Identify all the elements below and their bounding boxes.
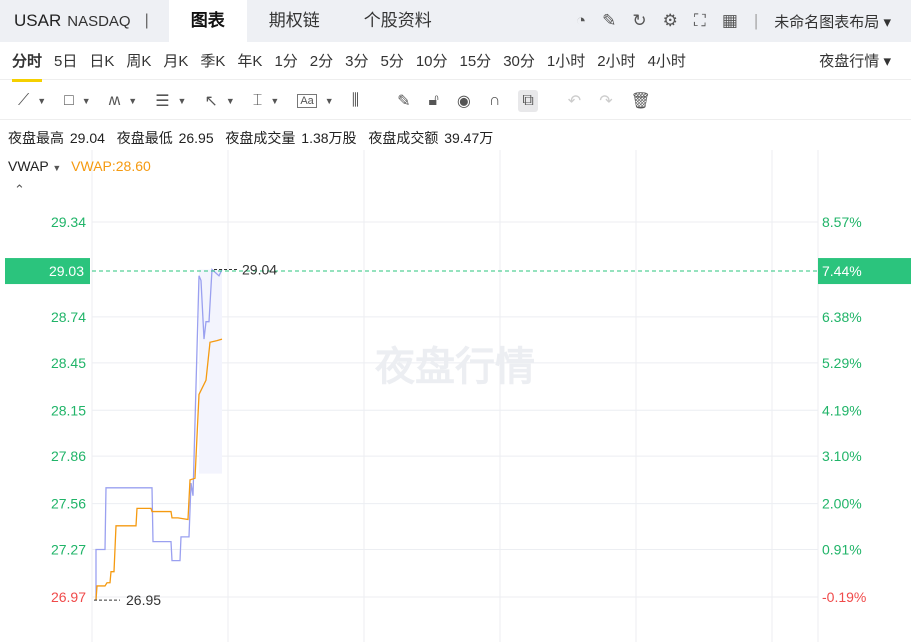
fullscreen-icon[interactable]: ⛶ — [694, 11, 706, 31]
period-1[interactable]: 5日 — [54, 44, 77, 77]
period-6[interactable]: 年K — [237, 44, 262, 77]
line-tool-icon[interactable]: ⟋ — [18, 92, 29, 110]
period-8[interactable]: 2分 — [310, 44, 333, 77]
period-16[interactable]: 4小时 — [648, 44, 686, 77]
collapse-icon[interactable]: ⌃ — [14, 182, 25, 198]
rectangle-tool-icon[interactable]: □ — [64, 92, 74, 110]
y-tick-label: 27.56 — [51, 496, 86, 512]
current-price-label: 29.03 — [49, 263, 84, 279]
chevron-down-icon[interactable]: ▼ — [226, 96, 235, 106]
chevron-down-icon[interactable]: ▼ — [52, 163, 61, 173]
period-bar: 分时 5日 日K 周K 月K 季K 年K 1分 2分 3分 5分 10分 15分 30分 1小时 2小时 4小时… — [0, 42, 911, 82]
candle-tool-icon[interactable]: ⫼ — [352, 92, 359, 110]
y-tick-label: 28.45 — [51, 355, 86, 371]
layout-dropdown[interactable]: 未命名图表布局 ▾ — [774, 11, 891, 32]
period-4[interactable]: 月K — [163, 44, 188, 77]
text-tool-icon[interactable]: Aa — [297, 93, 317, 108]
period-15[interactable]: 2小时 — [597, 44, 635, 77]
pct-tick-label: 5.29% — [822, 355, 862, 371]
gauge-icon[interactable]: ◔ — [576, 11, 586, 31]
y-tick-label: 28.15 — [51, 402, 86, 418]
link-icon[interactable]: ⧉ — [518, 89, 538, 112]
tab-profile[interactable]: 个股资料 — [342, 0, 454, 42]
chevron-down-icon[interactable]: ▼ — [128, 96, 137, 106]
trash-icon[interactable]: 🗑︎ — [631, 91, 651, 111]
pct-tick-label: 8.57% — [822, 214, 862, 230]
period-3[interactable]: 周K — [126, 44, 151, 77]
pct-tick-label: 4.19% — [822, 402, 862, 418]
drawing-toolbar: ⟋ ▼ □ ▼ ʍ ▼ ☰ ▼ ↖ ▼ ⌶ ▼ Aa ▼ ⫼ ✎ 🔓︎ ◉ ∩ ⧉ ↶ ↷ 🗑… — [0, 82, 911, 120]
eye-icon[interactable]: ◉ — [457, 91, 471, 111]
y-tick-label: 27.27 — [51, 542, 86, 558]
tab-options[interactable]: 期权链 — [247, 0, 342, 42]
undo-icon[interactable]: ↶ — [568, 91, 581, 111]
current-pct-label: 7.44% — [822, 263, 862, 279]
divider: | — [753, 11, 759, 30]
pct-tick-label: 0.91% — [822, 542, 862, 558]
period-12[interactable]: 15分 — [460, 44, 492, 77]
chevron-down-icon[interactable]: ▼ — [37, 96, 46, 106]
redo-icon[interactable]: ↷ — [599, 91, 612, 111]
vwap-value: VWAP:28.60 — [71, 158, 151, 174]
settings-icon[interactable]: ⚙ — [663, 11, 678, 31]
night-stats: 夜盘最高 29.04 夜盘最低 26.95 夜盘成交量 1.38万股 夜盘成交额… — [8, 130, 494, 146]
indicator-name[interactable]: VWAP — [8, 158, 48, 174]
tab-chart[interactable]: 图表 — [168, 0, 247, 42]
lock-icon[interactable]: 🔓︎ — [429, 92, 439, 110]
chevron-down-icon[interactable]: ▼ — [178, 96, 187, 106]
period-14[interactable]: 1小时 — [547, 44, 585, 77]
period-7[interactable]: 1分 — [274, 44, 297, 77]
chevron-down-icon[interactable]: ▼ — [82, 96, 91, 106]
period-11[interactable]: 10分 — [416, 44, 448, 77]
pct-tick-label: -0.19% — [822, 589, 866, 605]
exchange: NASDAQ — [67, 12, 131, 30]
watermark: 夜盘行情 — [374, 344, 535, 389]
night-mode-dropdown[interactable]: 夜盘行情 ▾ — [819, 44, 891, 77]
symbol: USAR — [14, 11, 62, 30]
fib-tool-icon[interactable]: ☰ — [155, 91, 169, 111]
y-tick-label: 28.74 — [51, 309, 86, 325]
y-tick-label: 29.34 — [51, 214, 86, 230]
pattern-tool-icon[interactable]: ʍ — [109, 92, 121, 110]
high-label: 29.04 — [242, 261, 277, 277]
edit-icon[interactable]: ✎ — [602, 11, 616, 31]
chevron-down-icon[interactable]: ▼ — [325, 96, 334, 106]
divider: | — [144, 12, 149, 29]
chevron-down-icon[interactable]: ▼ — [270, 96, 279, 106]
pct-tick-label: 6.38% — [822, 309, 862, 325]
low-label: 26.95 — [126, 592, 161, 608]
period-0[interactable]: 分时 — [12, 44, 43, 82]
period-13[interactable]: 30分 — [503, 44, 535, 77]
pct-tick-label: 3.10% — [822, 448, 862, 464]
indicator-legend: VWAP ▼ VWAP:28.60 — [8, 158, 151, 174]
period-10[interactable]: 5分 — [380, 44, 403, 77]
period-2[interactable]: 日K — [89, 44, 114, 77]
header-bar: USAR NASDAQ | 图表 期权链 个股资料 ◔ ✎ ↻ ⚙ ⛶ ▦ | … — [0, 0, 911, 42]
period-5[interactable]: 季K — [200, 44, 225, 77]
grid-icon[interactable]: ▦ — [722, 11, 738, 31]
measure-tool-icon[interactable]: ⌶ — [253, 92, 263, 110]
pen-icon[interactable]: ✎ — [397, 91, 410, 111]
pct-tick-label: 2.00% — [822, 496, 862, 512]
y-tick-label: 27.86 — [51, 448, 86, 464]
arrow-tool-icon[interactable]: ↖ — [204, 91, 217, 111]
period-9[interactable]: 3分 — [345, 44, 368, 77]
price-chart[interactable]: 29.34 8.57% 28.74 6.38% 28.45 5.29% 28.15 4.19%… — [0, 150, 911, 642]
magnet-icon[interactable]: ∩ — [489, 92, 501, 110]
y-tick-label: 26.97 — [51, 589, 86, 605]
refresh-icon[interactable]: ↻ — [632, 11, 646, 31]
